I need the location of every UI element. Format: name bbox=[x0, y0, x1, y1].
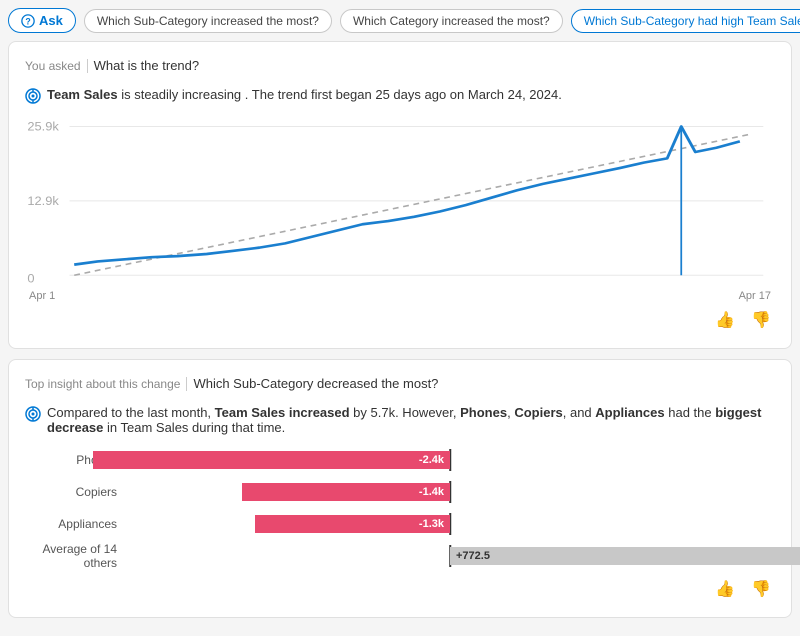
bar-row-average: Average of 14 others +772.5 bbox=[25, 545, 775, 567]
thumbs-down-button-2[interactable]: 👎 bbox=[747, 577, 775, 601]
bar-value-copiers: -1.4k bbox=[419, 486, 450, 498]
bar-negative-copiers: -1.4k bbox=[242, 483, 450, 501]
bar-row-appliances: Appliances -1.3k bbox=[25, 513, 775, 535]
x-label-end: Apr 17 bbox=[739, 290, 771, 302]
insight-part-5: had the bbox=[665, 405, 716, 420]
insight-bold-1: Team Sales increased bbox=[215, 405, 350, 420]
insight-suffix: . The trend first began 25 days ago on M… bbox=[245, 87, 562, 102]
question-text: What is the trend? bbox=[94, 58, 200, 73]
ask-icon: ? bbox=[21, 14, 35, 28]
divider-2 bbox=[186, 377, 187, 391]
target-icon-2 bbox=[25, 406, 41, 426]
bar-value-average: +772.5 bbox=[450, 550, 490, 562]
bar-container-appliances: -1.3k bbox=[125, 513, 775, 535]
insight-text: Team Sales is steadily increasing . The … bbox=[47, 87, 562, 102]
chart-x-labels: Apr 1 Apr 17 bbox=[25, 290, 775, 302]
svg-text:?: ? bbox=[25, 16, 30, 26]
chip-subcategory-increase[interactable]: Which Sub-Category increased the most? bbox=[84, 9, 332, 33]
bar-container-copiers: -1.4k bbox=[125, 481, 775, 503]
chart-svg: 25.9k 12.9k 0 bbox=[25, 118, 775, 288]
divider bbox=[87, 59, 88, 73]
chip-subcategory-high-sales[interactable]: Which Sub-Category had high Team Sales? bbox=[571, 9, 800, 33]
thumbs-down-button-1[interactable]: 👎 bbox=[747, 308, 775, 332]
you-asked-bar: You asked What is the trend? bbox=[25, 58, 775, 73]
chip-category-increase[interactable]: Which Category increased the most? bbox=[340, 9, 563, 33]
bar-label-copiers: Copiers bbox=[25, 485, 125, 499]
insight-part-2: by 5.7k. However, bbox=[350, 405, 461, 420]
insight-part-6: in Team Sales during that time. bbox=[103, 420, 285, 435]
bar-container-phones: -2.4k bbox=[125, 449, 775, 471]
thumbs-up-button-1[interactable]: 👍 bbox=[711, 308, 739, 332]
bar-chart: Phones -2.4k Copiers -1.4k bbox=[25, 449, 775, 567]
insight-bold-3: Copiers bbox=[514, 405, 562, 420]
insight-metric: Team Sales bbox=[47, 87, 118, 102]
bar-row-phones: Phones -2.4k bbox=[25, 449, 775, 471]
feedback-row-1: 👍 👎 bbox=[25, 308, 775, 332]
insight-card: Top insight about this change Which Sub-… bbox=[8, 359, 792, 618]
insight-row-2: Compared to the last month, Team Sales i… bbox=[25, 405, 775, 435]
insight-text-2: Compared to the last month, Team Sales i… bbox=[47, 405, 775, 435]
top-insight-bar: Top insight about this change Which Sub-… bbox=[25, 376, 775, 391]
insight-part-1: Compared to the last month, bbox=[47, 405, 215, 420]
feedback-row-2: 👍 👎 bbox=[25, 577, 775, 601]
bar-label-average: Average of 14 others bbox=[25, 542, 125, 570]
ask-label: Ask bbox=[39, 13, 63, 28]
bar-negative-phones: -2.4k bbox=[93, 451, 451, 469]
insight-part-4: , and bbox=[563, 405, 596, 420]
bar-positive-average: +772.5 bbox=[450, 547, 800, 565]
bar-row-copiers: Copiers -1.4k bbox=[25, 481, 775, 503]
x-label-start: Apr 1 bbox=[29, 290, 55, 302]
trend-chart: 25.9k 12.9k 0 bbox=[25, 118, 775, 288]
trend-card: You asked What is the trend? Team Sales … bbox=[8, 41, 792, 349]
bar-value-appliances: -1.3k bbox=[419, 518, 450, 530]
thumbs-up-button-2[interactable]: 👍 bbox=[711, 577, 739, 601]
bar-negative-appliances: -1.3k bbox=[255, 515, 450, 533]
target-icon bbox=[25, 88, 41, 108]
svg-text:0: 0 bbox=[27, 272, 34, 285]
svg-text:12.9k: 12.9k bbox=[27, 195, 59, 208]
insight-row: Team Sales is steadily increasing . The … bbox=[25, 87, 775, 108]
top-insight-label: Top insight about this change bbox=[25, 377, 180, 391]
you-asked-label: You asked bbox=[25, 59, 81, 73]
insight-bold-2: Phones bbox=[460, 405, 507, 420]
ask-button[interactable]: ? Ask bbox=[8, 8, 76, 33]
insight-verb: is steadily increasing bbox=[121, 87, 241, 102]
top-insight-question: Which Sub-Category decreased the most? bbox=[193, 376, 438, 391]
bar-container-average: +772.5 bbox=[125, 545, 775, 567]
svg-text:25.9k: 25.9k bbox=[27, 120, 59, 133]
bar-label-appliances: Appliances bbox=[25, 517, 125, 531]
insight-bold-4: Appliances bbox=[595, 405, 664, 420]
bar-value-phones: -2.4k bbox=[419, 454, 450, 466]
